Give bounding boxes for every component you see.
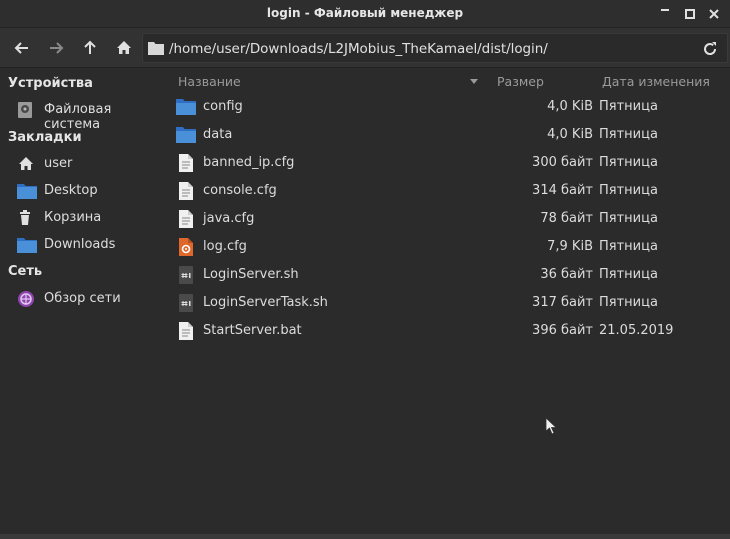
file-name: LoginServerTask.sh	[203, 295, 328, 310]
sidebar-item-network[interactable]: Обзор сети	[17, 288, 167, 310]
file-row[interactable]: StartServer.bat 396 байт 21.05.2019	[170, 317, 730, 345]
text-file-icon	[179, 182, 193, 200]
file-date: Пятница	[599, 295, 658, 310]
text-file-icon	[179, 154, 193, 172]
minimize-icon	[661, 9, 669, 11]
sidebar-item-label: user	[44, 156, 73, 171]
file-list: Название Размер Дата изменения config 4,…	[170, 68, 730, 534]
folder-icon	[17, 238, 37, 253]
status-bar	[0, 534, 730, 539]
file-size: 7,9 KiB	[547, 239, 593, 254]
mouse-cursor-icon	[545, 417, 557, 435]
title-bar: login - Файловый менеджер	[0, 0, 730, 28]
forward-button[interactable]	[45, 37, 67, 59]
file-row[interactable]: config 4,0 KiB Пятница	[170, 93, 730, 121]
arrow-up-icon	[84, 40, 96, 54]
home-icon	[117, 41, 131, 54]
sidebar-item-label: Desktop	[44, 183, 98, 198]
folder-icon	[176, 99, 196, 115]
toolbar: /home/user/Downloads/L2JMobius_TheKamael…	[0, 28, 730, 68]
file-date: Пятница	[599, 99, 658, 114]
column-header-size[interactable]: Размер	[497, 74, 544, 89]
close-icon	[709, 9, 719, 19]
arrow-left-icon	[14, 42, 28, 54]
column-header-date[interactable]: Дата изменения	[602, 74, 710, 89]
file-name: config	[203, 99, 243, 114]
sidebar-heading-network: Сеть	[8, 264, 43, 279]
back-button[interactable]	[11, 37, 33, 59]
file-name: StartServer.bat	[203, 323, 302, 338]
file-row[interactable]: java.cfg 78 байт Пятница	[170, 205, 730, 233]
text-file-icon	[179, 210, 193, 228]
sidebar-heading-bookmarks: Закладки	[8, 130, 82, 145]
file-size: 314 байт	[532, 183, 593, 198]
file-row[interactable]: log.cfg 7,9 KiB Пятница	[170, 233, 730, 261]
column-header-name[interactable]: Название	[178, 74, 241, 89]
file-name: data	[203, 127, 233, 142]
home-button[interactable]	[113, 37, 135, 59]
sidebar-item-label: Корзина	[44, 210, 102, 225]
file-date: Пятница	[599, 155, 658, 170]
sidebar-item-downloads[interactable]: Downloads	[17, 234, 167, 256]
network-icon	[18, 291, 34, 307]
home-icon	[19, 157, 33, 170]
file-row[interactable]: banned_ip.cfg 300 байт Пятница	[170, 149, 730, 177]
path-text: /home/user/Downloads/L2JMobius_TheKamael…	[169, 41, 548, 57]
file-name: LoginServer.sh	[203, 267, 299, 282]
config-file-icon	[179, 238, 193, 256]
maximize-icon	[685, 9, 695, 19]
file-size: 78 байт	[540, 211, 593, 226]
file-size: 4,0 KiB	[547, 99, 593, 114]
file-date: Пятница	[599, 183, 658, 198]
maximize-button[interactable]	[681, 5, 699, 23]
script-file-icon	[179, 266, 193, 284]
file-name: banned_ip.cfg	[203, 155, 295, 170]
file-row[interactable]: LoginServerTask.sh 317 байт Пятница	[170, 289, 730, 317]
sidebar-item-user[interactable]: user	[17, 153, 167, 175]
file-size: 317 байт	[532, 295, 593, 310]
sidebar-item-filesystem[interactable]: Файловая система	[17, 99, 167, 132]
arrow-right-icon	[50, 42, 64, 54]
sidebar-item-label: Файловая система	[44, 102, 112, 132]
sidebar-item-label: Обзор сети	[44, 291, 121, 306]
file-date: 21.05.2019	[599, 323, 674, 338]
close-button[interactable]	[705, 5, 723, 23]
reload-icon[interactable]	[701, 40, 719, 58]
desktop-icon	[17, 184, 37, 199]
sidebar-item-label: Downloads	[44, 237, 116, 252]
sidebar-item-desktop[interactable]: Desktop	[17, 180, 167, 202]
file-date: Пятница	[599, 239, 658, 254]
up-button[interactable]	[79, 37, 101, 59]
script-file-icon	[179, 294, 193, 312]
address-bar[interactable]: /home/user/Downloads/L2JMobius_TheKamael…	[142, 33, 728, 63]
folder-icon	[176, 127, 196, 143]
trash-icon	[20, 210, 30, 225]
file-size: 4,0 KiB	[547, 127, 593, 142]
minimize-button[interactable]	[656, 5, 674, 23]
sort-descending-icon[interactable]	[470, 79, 478, 84]
sidebar-item-trash[interactable]: Корзина	[17, 207, 167, 229]
sidebar: Устройства Файловая система Закладки use…	[0, 68, 170, 534]
file-date: Пятница	[599, 211, 658, 226]
file-size: 36 байт	[540, 267, 593, 282]
file-name: log.cfg	[203, 239, 247, 254]
text-file-icon	[179, 322, 193, 340]
file-size: 396 байт	[532, 323, 593, 338]
folder-icon	[148, 42, 164, 55]
file-date: Пятница	[599, 127, 658, 142]
file-row[interactable]: data 4,0 KiB Пятница	[170, 121, 730, 149]
file-size: 300 байт	[532, 155, 593, 170]
drive-icon	[18, 102, 32, 118]
file-name: console.cfg	[203, 183, 277, 198]
file-row[interactable]: console.cfg 314 байт Пятница	[170, 177, 730, 205]
file-name: java.cfg	[203, 211, 255, 226]
sidebar-heading-devices: Устройства	[8, 76, 93, 91]
file-row[interactable]: LoginServer.sh 36 байт Пятница	[170, 261, 730, 289]
file-date: Пятница	[599, 267, 658, 282]
window-title: login - Файловый менеджер	[266, 6, 464, 20]
